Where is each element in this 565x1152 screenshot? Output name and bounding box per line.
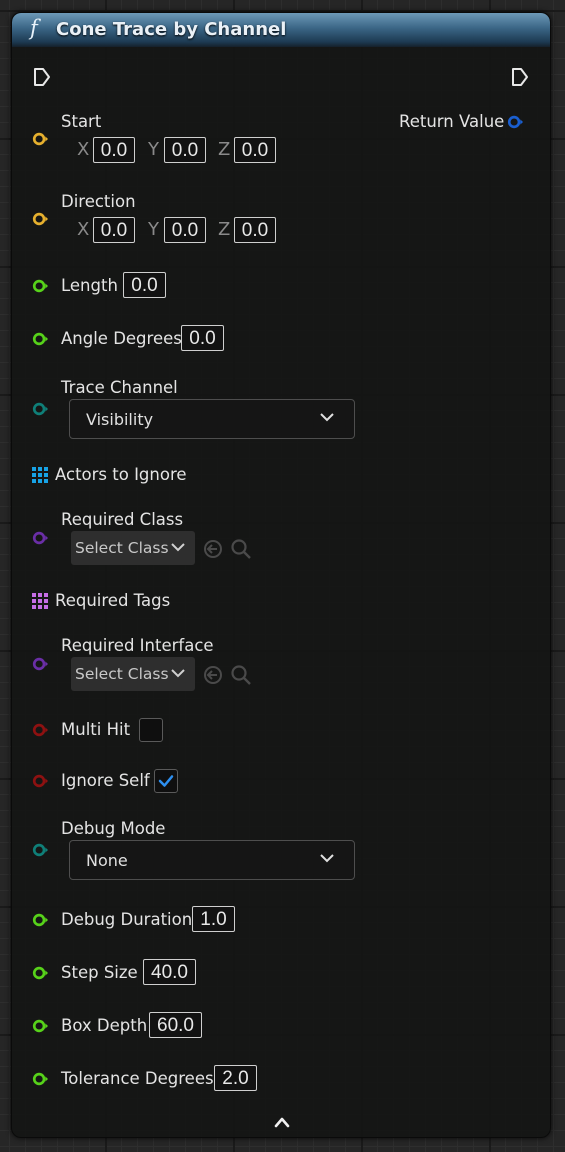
debug-mode-selected: None [86, 851, 128, 870]
direction-z-axis-label: Z [218, 219, 231, 240]
direction-y-input[interactable]: 0.0 [164, 217, 206, 243]
chevron-down-icon [171, 543, 185, 552]
ignore-self-pin-icon[interactable] [32, 773, 48, 789]
required-interface-selected: Select Class [75, 665, 169, 683]
direction-pin-icon[interactable] [32, 211, 48, 227]
trace-channel-label: Trace Channel [61, 378, 178, 397]
use-selected-arrow-icon[interactable] [203, 665, 223, 685]
start-x-input[interactable]: 0.0 [93, 137, 135, 163]
node-title: Cone Trace by Channel [56, 19, 287, 40]
required-class-picker[interactable]: Select Class [71, 531, 195, 565]
ignore-self-label: Ignore Self [61, 771, 150, 790]
set-grid-icon [32, 593, 48, 609]
ignore-self-checkbox[interactable] [154, 769, 178, 793]
required-tags-label: Required Tags [55, 591, 171, 610]
step-size-pin-icon[interactable] [32, 965, 48, 981]
multi-hit-label: Multi Hit [61, 720, 131, 739]
tolerance-degrees-pin-icon[interactable] [32, 1071, 48, 1087]
trace-channel-dropdown[interactable]: Visibility [69, 399, 355, 439]
start-y-axis-label: Y [148, 139, 159, 160]
box-depth-pin-icon[interactable] [32, 1018, 48, 1034]
exec-in-pin-icon[interactable] [33, 67, 51, 87]
debug-duration-pin-icon[interactable] [32, 912, 48, 928]
chevron-down-icon [320, 854, 334, 863]
multi-hit-checkbox[interactable] [139, 718, 163, 742]
start-x-axis-label: X [77, 139, 90, 160]
return-value-pin-icon[interactable] [507, 114, 523, 130]
checkmark-icon [158, 775, 174, 787]
required-interface-picker[interactable]: Select Class [71, 657, 195, 691]
collapse-chevron-up-icon[interactable] [274, 1116, 290, 1128]
required-class-pin-icon[interactable] [32, 530, 48, 546]
tolerance-degrees-label: Tolerance Degrees [61, 1069, 214, 1088]
length-label: Length [61, 276, 118, 295]
browse-search-icon[interactable] [230, 664, 252, 686]
start-y-input[interactable]: 0.0 [164, 137, 206, 163]
array-grid-icon [32, 467, 48, 483]
chevron-down-icon [171, 669, 185, 678]
debug-duration-label: Debug Duration [61, 910, 193, 929]
required-class-label: Required Class [61, 510, 184, 529]
trace-channel-pin-icon[interactable] [32, 401, 48, 417]
direction-x-input[interactable]: 0.0 [93, 217, 135, 243]
debug-mode-dropdown[interactable]: None [69, 840, 355, 880]
return-value-label: Return Value [399, 112, 505, 131]
box-depth-input[interactable]: 60.0 [149, 1012, 202, 1038]
angle-degrees-input[interactable]: 0.0 [181, 325, 224, 351]
function-icon: f [30, 16, 38, 40]
direction-y-axis-label: Y [148, 219, 159, 240]
exec-out-pin-icon[interactable] [511, 67, 529, 87]
tolerance-degrees-input[interactable]: 2.0 [214, 1065, 257, 1091]
browse-search-icon[interactable] [230, 538, 252, 560]
node-header[interactable]: f Cone Trace by Channel [12, 13, 550, 47]
length-input[interactable]: 0.0 [123, 272, 166, 298]
debug-duration-input[interactable]: 1.0 [192, 906, 235, 932]
multi-hit-pin-icon[interactable] [32, 722, 48, 738]
required-class-selected: Select Class [75, 539, 169, 557]
step-size-label: Step Size [61, 963, 138, 982]
angle-degrees-pin-icon[interactable] [32, 331, 48, 347]
start-label: Start [61, 112, 102, 131]
start-z-input[interactable]: 0.0 [234, 137, 276, 163]
length-pin-icon[interactable] [32, 278, 48, 294]
step-size-input[interactable]: 40.0 [143, 959, 196, 985]
chevron-down-icon [320, 413, 334, 422]
trace-channel-selected: Visibility [86, 410, 154, 429]
debug-mode-pin-icon[interactable] [32, 842, 48, 858]
direction-label: Direction [61, 192, 136, 211]
angle-degrees-label: Angle Degrees [61, 329, 182, 348]
use-selected-arrow-icon[interactable] [203, 539, 223, 559]
required-interface-label: Required Interface [61, 636, 214, 655]
direction-z-input[interactable]: 0.0 [234, 217, 276, 243]
box-depth-label: Box Depth [61, 1016, 148, 1035]
debug-mode-label: Debug Mode [61, 819, 166, 838]
cone-trace-node[interactable]: f Cone Trace by Channel Start X 0.0 Y 0.… [11, 12, 551, 1138]
direction-x-axis-label: X [77, 219, 90, 240]
required-interface-pin-icon[interactable] [32, 656, 48, 672]
start-z-axis-label: Z [218, 139, 231, 160]
actors-to-ignore-label: Actors to Ignore [55, 465, 187, 484]
start-pin-icon[interactable] [32, 131, 48, 147]
